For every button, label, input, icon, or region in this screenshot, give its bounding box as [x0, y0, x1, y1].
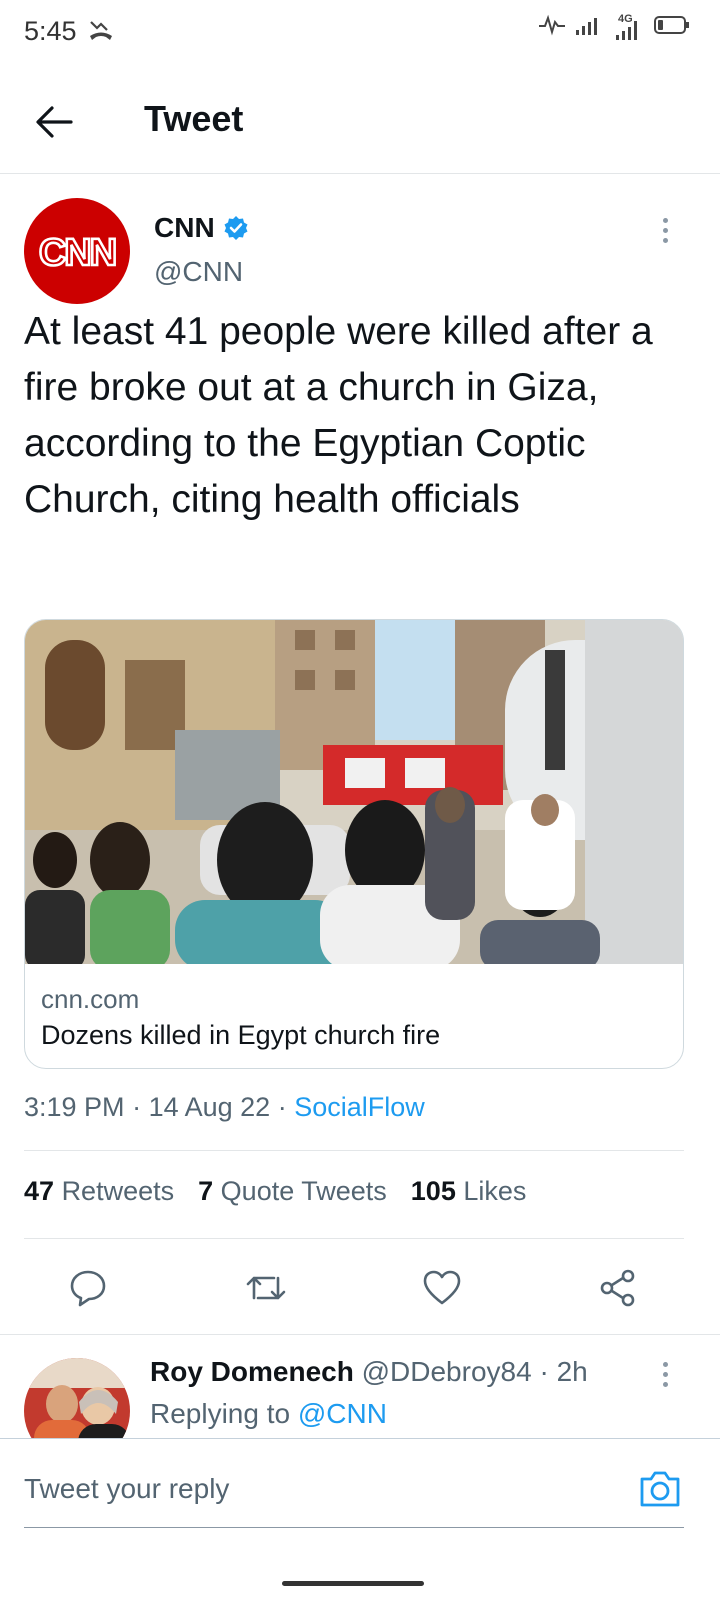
likes-count: 105: [410, 1176, 456, 1206]
tweet-time: 3:19 PM: [24, 1092, 125, 1122]
author-handle[interactable]: @CNN: [154, 256, 243, 288]
retweets-stat[interactable]: 47 Retweets: [24, 1176, 174, 1207]
status-time: 5:45: [24, 16, 77, 46]
reply-composer: [0, 1438, 720, 1600]
verified-badge-icon: [224, 216, 248, 240]
author-name-row[interactable]: CNN: [154, 212, 249, 244]
missed-call-icon: [88, 16, 114, 47]
reply-button[interactable]: [64, 1264, 112, 1312]
arrow-left-icon: [36, 106, 73, 138]
reply-author-handle[interactable]: @DDebroy84: [362, 1356, 532, 1387]
tweet-date: 14 Aug 22: [148, 1092, 271, 1122]
heart-icon: [423, 1270, 461, 1305]
camera-button[interactable]: [638, 1469, 682, 1509]
quotes-count: 7: [198, 1176, 214, 1206]
link-card[interactable]: cnn.com Dozens killed in Egypt church fi…: [24, 619, 684, 1069]
divider: [24, 1150, 684, 1151]
card-title: Dozens killed in Egypt church fire: [41, 1020, 441, 1050]
retweets-count: 47: [24, 1176, 55, 1206]
tweet-actions: [0, 1258, 720, 1318]
comment-icon: [70, 1270, 106, 1307]
activity-icon: [538, 14, 566, 41]
likes-label: Likes: [463, 1176, 527, 1206]
retweets-label: Retweets: [61, 1176, 175, 1206]
home-indicator[interactable]: [282, 1581, 424, 1586]
author-name[interactable]: CNN: [154, 212, 215, 244]
cnn-logo: CNN: [38, 231, 119, 273]
signal-4g-icon: 4G: [612, 13, 646, 41]
retweet-button[interactable]: [242, 1264, 290, 1312]
camera-icon: [640, 1471, 680, 1507]
divider: [0, 1334, 720, 1335]
author-avatar[interactable]: CNN: [24, 198, 130, 304]
meta-separator: ·: [132, 1092, 149, 1122]
replying-to: Replying to @CNN: [150, 1398, 387, 1430]
signal-icon: [574, 14, 604, 41]
reply-time: 2h: [556, 1356, 588, 1387]
status-bar: 5:45 4G: [0, 0, 720, 66]
likes-stat[interactable]: 105 Likes: [411, 1176, 527, 1207]
reply-author-name[interactable]: Roy Domenech: [150, 1356, 354, 1387]
replying-handle-link[interactable]: @CNN: [298, 1398, 387, 1429]
tweet-text: At least 41 people were killed after a f…: [24, 310, 653, 521]
svg-text:CNN: CNN: [39, 232, 115, 273]
reply-more-options-icon[interactable]: [650, 1356, 680, 1392]
quotes-stat[interactable]: 7 Quote Tweets: [198, 1176, 387, 1207]
tweet-source-link[interactable]: SocialFlow: [294, 1092, 425, 1122]
status-icons: 4G: [538, 13, 690, 41]
share-button[interactable]: [594, 1264, 642, 1312]
back-button[interactable]: [26, 94, 82, 150]
reply-input[interactable]: [24, 1465, 584, 1513]
meta-separator: ·: [277, 1092, 295, 1122]
tweet-meta: 3:19 PM · 14 Aug 22 · SocialFlow: [24, 1092, 425, 1123]
page-title: Tweet: [144, 98, 244, 139]
divider: [24, 1238, 684, 1239]
replying-label: Replying to: [150, 1398, 291, 1429]
like-button[interactable]: [418, 1264, 466, 1312]
app-header: Tweet: [0, 66, 720, 174]
retweet-icon: [246, 1276, 286, 1300]
input-underline: [24, 1527, 684, 1528]
card-image[interactable]: [25, 620, 684, 964]
battery-icon: [654, 14, 690, 41]
meta-separator: ·: [539, 1356, 557, 1387]
card-domain: cnn.com: [41, 984, 140, 1014]
quotes-label: Quote Tweets: [220, 1176, 387, 1206]
reply-header[interactable]: Roy Domenech @DDebroy84 · 2h: [150, 1356, 588, 1388]
share-icon: [600, 1269, 635, 1307]
more-options-icon[interactable]: [650, 212, 680, 248]
tweet-stats: 47 Retweets 7 Quote Tweets 105 Likes: [24, 1176, 526, 1207]
